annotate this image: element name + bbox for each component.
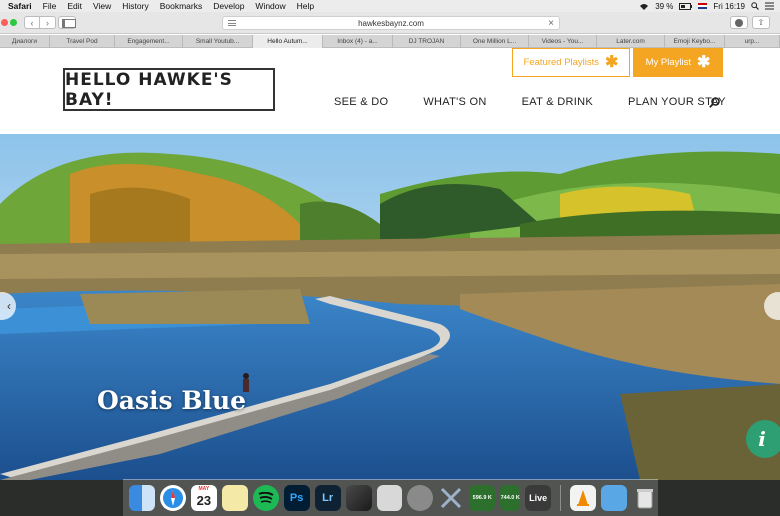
menu-view[interactable]: View: [93, 1, 111, 11]
search-icon[interactable]: [709, 97, 720, 108]
image-capture-icon[interactable]: [376, 485, 403, 511]
spotify-icon[interactable]: [252, 485, 279, 511]
menubar-status-area: 39 % Fri 16:19: [639, 0, 774, 12]
vlc-document-icon[interactable]: [570, 485, 597, 511]
back-button[interactable]: ‹: [24, 16, 40, 29]
asterisk-icon: ✱: [605, 53, 619, 71]
menu-help[interactable]: Help: [297, 1, 314, 11]
tab[interactable]: Later.com: [597, 35, 665, 48]
notification-center-icon[interactable]: [765, 2, 774, 10]
wifi-icon[interactable]: [639, 3, 649, 10]
browser-toolbar: ‹ › hawkesbaynz.com × ⇧: [0, 12, 780, 34]
nav-eat-drink[interactable]: EAT & DRINK: [522, 96, 593, 108]
calendar-day: 23: [196, 493, 212, 508]
battery-icon[interactable]: [679, 2, 693, 10]
downloads-button[interactable]: [730, 16, 748, 29]
featured-playlists-label: Featured Playlists: [523, 57, 600, 68]
tab[interactable]: Travel Pod: [50, 35, 115, 48]
network-monitor-icon[interactable]: 596.9 K: [469, 485, 496, 511]
menu-develop[interactable]: Develop: [213, 1, 244, 11]
network-download-stat: 744.0 K: [500, 494, 520, 501]
tab[interactable]: One Million L...: [461, 35, 529, 48]
finder-icon[interactable]: [129, 485, 155, 511]
info-icon: i: [758, 427, 766, 451]
ableton-live-icon[interactable]: Live: [525, 485, 552, 511]
hero-banner: Oasis Blue ‹ i: [0, 134, 780, 480]
calendar-icon[interactable]: MAY 23: [190, 485, 217, 511]
my-playlist-label: My Playlist: [645, 57, 691, 68]
network-monitor-down: 744.0 K: [500, 485, 521, 511]
menu-app-safari[interactable]: Safari: [8, 1, 32, 11]
clear-url-icon[interactable]: ×: [548, 17, 554, 30]
vpn-icon[interactable]: [438, 485, 464, 511]
info-button[interactable]: i: [746, 420, 780, 458]
tab-active[interactable]: Hello Autum...: [253, 35, 323, 48]
featured-playlists-button[interactable]: Featured Playlists ✱: [512, 48, 630, 77]
forward-button[interactable]: ›: [40, 16, 56, 29]
macos-dock: MAY 23 Ps Lr 596.9 K 744.0 K Live: [123, 479, 658, 516]
menubar-clock[interactable]: Fri 16:19: [713, 2, 745, 11]
spotify-waves-icon: [258, 492, 274, 504]
tab[interactable]: Videos - You...: [529, 35, 597, 48]
cone-icon: [577, 490, 590, 506]
hero-title: Oasis Blue: [97, 386, 247, 415]
menu-window[interactable]: Window: [255, 1, 285, 11]
final-cut-icon[interactable]: [345, 485, 372, 511]
system-preferences-icon[interactable]: [407, 485, 434, 511]
menu-history[interactable]: History: [122, 1, 148, 11]
trash-icon[interactable]: [632, 485, 658, 511]
address-bar-url: hawkesbaynz.com: [358, 18, 424, 28]
share-button[interactable]: ⇧: [752, 16, 770, 29]
network-upload-stat: 596.9 K: [472, 494, 492, 501]
tab[interactable]: urp...: [725, 35, 780, 48]
macos-menubar: Safari File Edit View History Bookmarks …: [0, 0, 780, 12]
my-playlist-button[interactable]: My Playlist ✱: [633, 48, 723, 77]
applications-folder-icon[interactable]: [601, 485, 628, 511]
address-bar[interactable]: hawkesbaynz.com ×: [222, 16, 560, 30]
tab[interactable]: Engagement...: [115, 35, 183, 48]
hero-landscape-image: [0, 134, 780, 480]
battery-percent: 39 %: [655, 1, 674, 11]
chevron-left-icon: ‹: [7, 299, 11, 313]
site-header: HELLO HAWKE'S BAY! Featured Playlists ✱ …: [0, 48, 780, 134]
trash-can-icon: [636, 489, 653, 509]
photoshop-icon[interactable]: Ps: [283, 485, 310, 511]
tab[interactable]: DJ TROJAN: [393, 35, 461, 48]
tab[interactable]: Inbox (4) - a...: [323, 35, 393, 48]
calendar-month: MAY: [198, 486, 210, 492]
safari-icon[interactable]: [159, 485, 186, 511]
window-zoom-button[interactable]: [10, 19, 17, 26]
window-close-button[interactable]: [1, 19, 8, 26]
spotlight-search-icon[interactable]: [751, 2, 759, 10]
input-source-flag-icon[interactable]: [698, 3, 708, 9]
arrow-x-icon: [441, 487, 462, 509]
reader-view-icon[interactable]: [228, 20, 236, 26]
asterisk-icon: ✱: [697, 53, 711, 71]
site-logo[interactable]: HELLO HAWKE'S BAY!: [63, 68, 275, 111]
tab[interactable]: Small Youtub...: [183, 35, 253, 48]
dock-separator: [560, 485, 562, 511]
main-nav: SEE & DO WHAT'S ON EAT & DRINK PLAN YOUR…: [334, 96, 761, 108]
menu-file[interactable]: File: [43, 1, 57, 11]
lightroom-icon[interactable]: Lr: [314, 485, 341, 511]
nav-see-do[interactable]: SEE & DO: [334, 96, 388, 108]
download-icon: [735, 18, 743, 27]
tab-bar: Диалоги Travel Pod Engagement... Small Y…: [0, 35, 780, 48]
nav-whats-on[interactable]: WHAT'S ON: [423, 96, 486, 108]
tab[interactable]: Диалоги: [0, 35, 50, 48]
tab[interactable]: Emoji Keybo...: [665, 35, 725, 48]
toolbar-right: ⇧: [730, 16, 770, 29]
compass-icon: [162, 488, 183, 508]
notes-icon[interactable]: [221, 485, 248, 511]
sidebar-toggle-button[interactable]: [58, 16, 76, 29]
menu-edit[interactable]: Edit: [67, 1, 82, 11]
history-nav: ‹ ›: [24, 16, 56, 29]
menu-bookmarks[interactable]: Bookmarks: [160, 1, 203, 11]
